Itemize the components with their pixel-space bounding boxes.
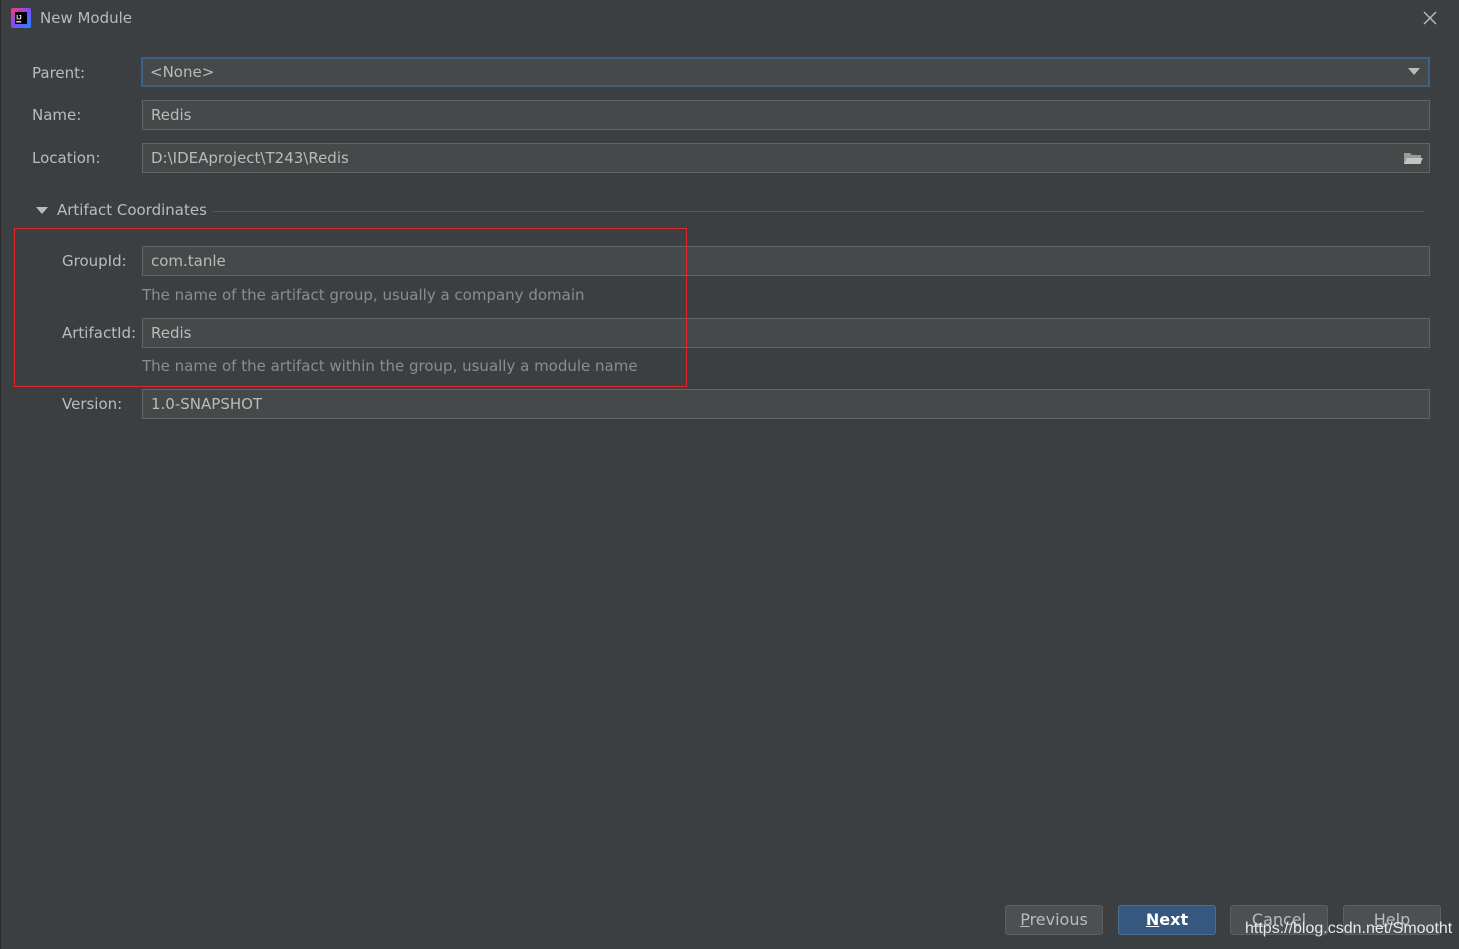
location-value: D:\IDEAproject\T243\Redis xyxy=(151,149,349,167)
parent-value: <None> xyxy=(150,63,215,81)
intellij-idea-icon: IJ xyxy=(11,8,31,28)
previous-button[interactable]: Previous xyxy=(1005,905,1103,935)
chevron-down-icon xyxy=(1408,68,1420,75)
previous-mnemonic: P xyxy=(1020,910,1030,929)
window-title: New Module xyxy=(40,9,133,27)
section-title: Artifact Coordinates xyxy=(57,201,207,219)
location-label: Location: xyxy=(32,149,101,167)
name-value: Redis xyxy=(151,106,192,124)
next-button[interactable]: Next xyxy=(1118,905,1216,935)
next-label: ext xyxy=(1159,910,1189,929)
version-label: Version: xyxy=(62,395,123,413)
new-module-dialog: IJ New Module Parent: <None> Name: Redis… xyxy=(0,0,1459,949)
close-icon[interactable] xyxy=(1420,8,1440,28)
name-label: Name: xyxy=(32,106,82,124)
svg-text:IJ: IJ xyxy=(16,15,22,22)
next-mnemonic: N xyxy=(1145,910,1160,929)
version-value: 1.0-SNAPSHOT xyxy=(151,395,263,413)
location-field[interactable]: D:\IDEAproject\T243\Redis xyxy=(142,143,1430,173)
triangle-down-icon xyxy=(36,207,48,214)
folder-icon[interactable] xyxy=(1403,150,1423,166)
artifact-coordinates-toggle[interactable]: Artifact Coordinates xyxy=(35,200,207,220)
section-divider xyxy=(213,211,1425,212)
previous-label: revious xyxy=(1029,910,1088,929)
title-bar: IJ New Module xyxy=(1,0,1459,36)
version-field[interactable]: 1.0-SNAPSHOT xyxy=(142,389,1430,419)
highlight-box xyxy=(14,228,687,387)
name-field[interactable]: Redis xyxy=(142,100,1430,130)
parent-label: Parent: xyxy=(32,64,86,82)
watermark-text: https://blog.csdn.net/Smootht xyxy=(1245,920,1453,937)
parent-dropdown[interactable]: <None> xyxy=(141,57,1430,87)
